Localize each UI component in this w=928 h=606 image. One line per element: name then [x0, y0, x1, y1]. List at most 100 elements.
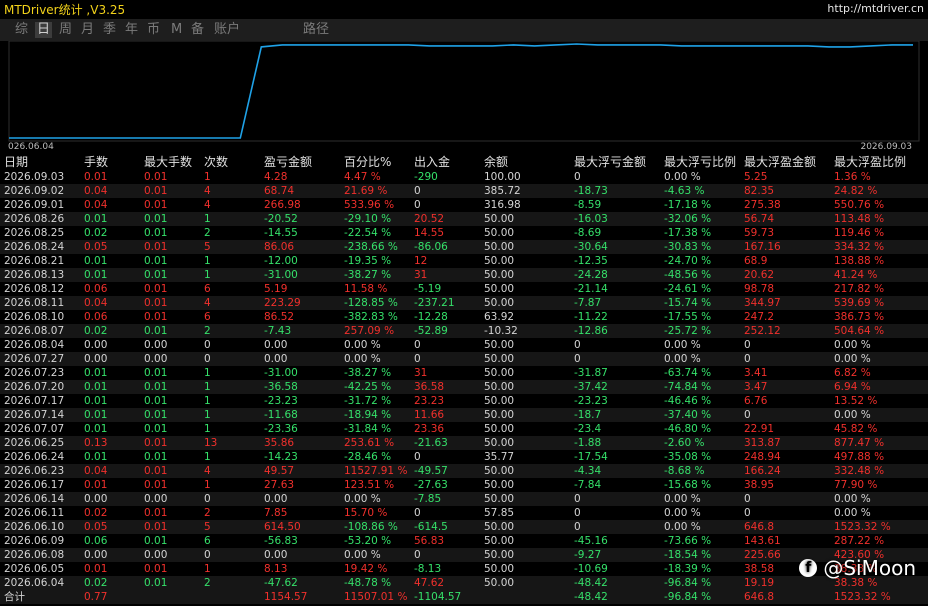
tab-6[interactable]: 年 — [123, 22, 140, 38]
table-row[interactable]: 2026.08.13 0.01 0.01 1 -31.00 -38.27 % 31 50.00… — [0, 268, 928, 282]
table-cell: 0.01 — [84, 269, 108, 281]
tab-9[interactable]: 备 — [189, 22, 206, 38]
table-row[interactable]: 2026.07.14 0.01 0.01 1 -11.68 -18.94 % 11.66 50… — [0, 408, 928, 422]
table-cell: 6 — [204, 535, 211, 547]
column-header[interactable]: 百分比% — [344, 155, 391, 169]
title-bar: MTDriver统计 ,V3.25 http://mtdriver.cn — [0, 0, 928, 18]
column-header[interactable]: 最大浮亏金额 — [574, 155, 646, 169]
tab-3[interactable]: 周 — [57, 22, 74, 38]
table-row[interactable]: 2026.06.11 0.02 0.01 2 7.85 15.70 % 0 57.85 0 0.0… — [0, 506, 928, 520]
table-cell: 19.42 % — [344, 563, 388, 575]
table-row[interactable]: 2026.08.04 0.00 0.00 0 0.00 0.00 % 0 50.00 0 0.00… — [0, 338, 928, 352]
column-header[interactable]: 出入金 — [414, 155, 450, 169]
table-cell: -73.66 % — [664, 535, 712, 547]
tab-4[interactable]: 月 — [79, 22, 96, 38]
table-cell: 0.01 — [144, 199, 168, 211]
table-cell: -31.87 — [574, 367, 608, 379]
table-row[interactable]: 2026.08.25 0.02 0.01 2 -14.55 -22.54 % 14.55 50… — [0, 226, 928, 240]
plot-area — [8, 41, 920, 142]
table-cell: 0.00 — [264, 549, 288, 561]
table-cell: 19.19 — [744, 577, 775, 589]
table-cell: -14.55 — [264, 227, 298, 239]
column-header[interactable]: 盈亏金额 — [264, 155, 312, 169]
column-header[interactable]: 最大手数 — [144, 155, 192, 169]
table-cell: -30.64 — [574, 241, 608, 253]
table-cell: 0.01 — [84, 255, 108, 267]
table-cell: 217.82 % — [834, 283, 885, 295]
column-header[interactable]: 最大浮盈金额 — [744, 155, 816, 169]
table-cell: 12 — [414, 255, 428, 267]
column-header[interactable]: 手数 — [84, 155, 108, 169]
table-row[interactable]: 2026.06.08 0.00 0.00 0 0.00 0.00 % 0 50.00 -9.27… — [0, 548, 928, 562]
table-row[interactable]: 2026.08.26 0.01 0.01 1 -20.52 -29.10 % 20.52 50… — [0, 212, 928, 226]
table-cell: 287.22 % — [834, 535, 885, 547]
table-row[interactable]: 2026.08.21 0.01 0.01 1 -12.00 -19.35 % 12 50.00… — [0, 254, 928, 268]
table-row[interactable]: 2026.06.25 0.13 0.01 13 35.86 253.61 % -21.63 5… — [0, 436, 928, 450]
table-cell: 4.28 — [264, 171, 288, 183]
column-header[interactable]: 次数 — [204, 155, 228, 169]
table-row[interactable]: 2026.06.04 0.02 0.01 2 -47.62 -48.78 % 47.62 50… — [0, 576, 928, 590]
table-row[interactable]: 2026.07.20 0.01 0.01 1 -36.58 -42.25 % 36.58 50… — [0, 380, 928, 394]
tab-5[interactable]: 季 — [101, 22, 118, 38]
column-header[interactable]: 最大浮亏比例 — [664, 155, 736, 169]
table-cell: 2026.08.21 — [4, 255, 65, 267]
tab-10[interactable]: 账户 — [212, 22, 242, 38]
table-row[interactable]: 2026.07.23 0.01 0.01 1 -31.00 -38.27 % 31 50.00… — [0, 366, 928, 380]
table-cell: 6 — [204, 283, 211, 295]
table-cell: 0 — [574, 171, 581, 183]
table-cell: 2026.06.09 — [4, 535, 65, 547]
tab-8[interactable]: M — [169, 22, 184, 38]
table-cell: -48.42 — [574, 577, 608, 589]
table-row[interactable]: 2026.06.05 0.01 0.01 1 8.13 19.42 % -8.13 50.00… — [0, 562, 928, 576]
table-cell: 1 — [204, 381, 211, 393]
table-cell: 2026.07.07 — [4, 423, 65, 435]
table-cell: -18.54 % — [664, 549, 712, 561]
table-row[interactable]: 2026.06.14 0.00 0.00 0 0.00 0.00 % -7.85 50.00 0… — [0, 492, 928, 506]
table-row[interactable]: 2026.06.17 0.01 0.01 1 27.63 123.51 % -27.63 50… — [0, 478, 928, 492]
table-row[interactable]: 2026.06.09 0.06 0.01 6 -56.83 -53.20 % 56.83 50… — [0, 534, 928, 548]
tab-7[interactable]: 币 — [145, 22, 162, 38]
tab-1[interactable]: 综 — [13, 22, 30, 38]
table-row[interactable]: 2026.08.24 0.05 0.01 5 86.06 -238.66 % -86.06 5… — [0, 240, 928, 254]
column-header[interactable]: 最大浮盈比例 — [834, 155, 906, 169]
table-row[interactable]: 2026.06.24 0.01 0.01 1 -14.23 -28.46 % 0 35.77 -… — [0, 450, 928, 464]
table-cell: 0 — [204, 549, 211, 561]
site-link[interactable]: http://mtdriver.cn — [827, 2, 924, 15]
table-row[interactable]: 2026.06.23 0.04 0.01 4 49.57 11527.91 % -49.57… — [0, 464, 928, 478]
table-cell: -17.55 % — [664, 311, 712, 323]
table-cell: -10.69 — [574, 563, 608, 575]
tab-11[interactable]: 路径 — [301, 22, 331, 38]
table-row[interactable]: 2026.09.02 0.04 0.01 4 68.74 21.69 % 0 385.72 -1… — [0, 184, 928, 198]
watermark-text: @SiMoon — [823, 556, 916, 580]
table-row[interactable]: 2026.08.07 0.02 0.01 2 -7.43 257.09 % -52.89 -1… — [0, 324, 928, 338]
table-cell: 0.00 % — [344, 339, 381, 351]
table-cell: 0.01 — [144, 465, 168, 477]
table-row[interactable]: 2026.08.11 0.04 0.01 4 223.29 -128.85 % -237.2… — [0, 296, 928, 310]
table-row[interactable]: 2026.09.01 0.04 0.01 4 266.98 533.96 % 0 316.98… — [0, 198, 928, 212]
table-row[interactable]: 2026.07.07 0.01 0.01 1 -23.36 -31.84 % 23.36 50… — [0, 422, 928, 436]
table-cell: 0.00 — [144, 339, 168, 351]
table-row[interactable]: 2026.08.12 0.06 0.01 6 5.19 11.58 % -5.19 50.00… — [0, 282, 928, 296]
table-cell: 0.01 — [144, 437, 168, 449]
table-cell: 2026.06.08 — [4, 549, 65, 561]
table-cell: -28.46 % — [344, 451, 392, 463]
table-cell: 2026.07.14 — [4, 409, 65, 421]
table-cell: 0.01 — [144, 241, 168, 253]
table-cell: 386.73 % — [834, 311, 885, 323]
table-cell: -31.00 — [264, 269, 298, 281]
table-cell: -96.84 % — [664, 577, 712, 589]
table-row[interactable]: 2026.06.10 0.05 0.01 5 614.50 -108.86 % -614.5… — [0, 520, 928, 534]
column-header[interactable]: 余额 — [484, 155, 508, 169]
column-header[interactable]: 日期 — [4, 155, 28, 169]
total-cell: -1104.57 — [414, 591, 462, 603]
tab-2[interactable]: 日 — [35, 22, 53, 38]
table-row[interactable]: 2026.08.10 0.06 0.01 6 86.52 -382.83 % -12.28 6… — [0, 310, 928, 324]
table-row[interactable]: 2026.07.17 0.01 0.01 1 -23.23 -31.72 % 23.23 50… — [0, 394, 928, 408]
table-cell: 86.52 — [264, 311, 295, 323]
table-cell: 50.00 — [484, 535, 515, 547]
table-row[interactable]: 2026.07.27 0.00 0.00 0 0.00 0.00 % 0 50.00 0 0.00… — [0, 352, 928, 366]
table-cell: 6.94 % — [834, 381, 871, 393]
watermark: f @SiMoon — [799, 556, 916, 580]
table-row[interactable]: 2026.09.03 0.01 0.01 1 4.28 4.47 % -290 100.00 0… — [0, 170, 928, 184]
table-cell: -24.70 % — [664, 255, 712, 267]
